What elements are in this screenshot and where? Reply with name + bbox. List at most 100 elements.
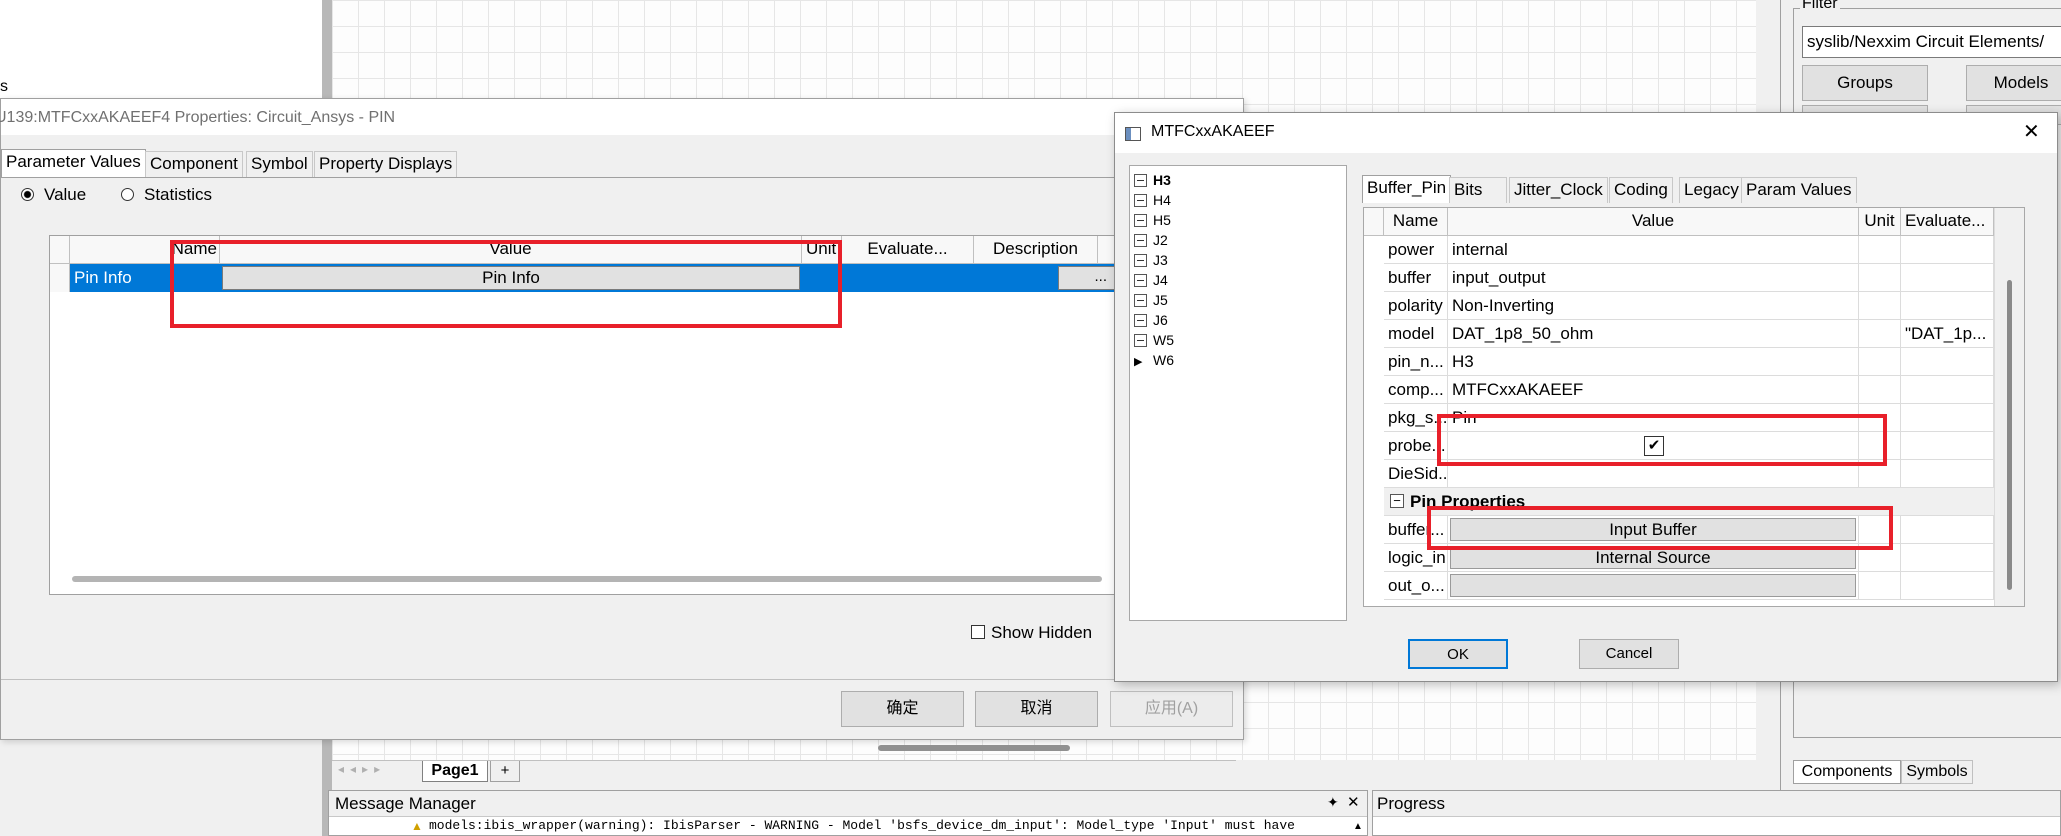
table-row[interactable]: model DAT_1p8_50_ohm "DAT_1p... <box>1384 320 2014 348</box>
radio-statistics[interactable]: Statistics <box>121 185 212 205</box>
page1-tab[interactable]: Page1 <box>422 761 488 782</box>
tab-jitter-clock[interactable]: Jitter_Clock <box>1509 177 1608 203</box>
col-evaluate[interactable]: Evaluate... <box>1901 208 1994 236</box>
tree-label: J6 <box>1153 312 1168 328</box>
out-option-button[interactable] <box>1450 574 1856 597</box>
highlight-pin-info <box>170 240 842 328</box>
ok-button[interactable]: 确定 <box>841 691 964 727</box>
progress-panel: Progress <box>1372 790 2061 836</box>
tree-item[interactable]: J2 <box>1130 230 1168 250</box>
table-row[interactable]: pin_n... H3 <box>1384 348 2014 376</box>
grid-vertical-scrollbar[interactable] <box>1994 208 2024 606</box>
table-row[interactable]: comp... MTFCxxAKAEEF <box>1384 376 2014 404</box>
tree-item[interactable]: ▶ W6 <box>1130 350 1174 370</box>
canvas-scroll-handle[interactable] <box>878 745 1070 751</box>
filter-label: Filter <box>1800 0 1840 13</box>
row-value[interactable]: H3 <box>1448 348 1859 376</box>
cancel-button[interactable]: Cancel <box>1579 639 1679 669</box>
tree-item[interactable]: J4 <box>1130 270 1168 290</box>
tab-coding[interactable]: Coding <box>1609 177 1673 203</box>
tree-item[interactable]: J3 <box>1130 250 1168 270</box>
row-evaluate <box>1901 516 1994 544</box>
grid-corner <box>1364 208 1384 236</box>
callback-button[interactable]: ... <box>1058 266 1118 290</box>
ok-button[interactable]: OK <box>1408 639 1508 669</box>
tree-item[interactable]: J5 <box>1130 290 1168 310</box>
mtf-titlebar[interactable]: MTFCxxAKAEEF ✕ <box>1115 113 2057 153</box>
highlight-probe-checkbox <box>1437 414 1887 466</box>
page-nav-arrows[interactable]: ◂◂▸▸ <box>338 762 386 776</box>
scrollbar-thumb[interactable] <box>2007 280 2012 590</box>
symbols-tab[interactable]: Symbols <box>1901 760 1973 784</box>
properties-dialog-titlebar[interactable]: U139:MTFCxxAKAEEF4 Properties: Circuit_A… <box>0 99 1243 135</box>
show-hidden-checkbox[interactable]: Show Hidden <box>971 623 1092 643</box>
progress-header: Progress <box>1373 791 2060 817</box>
row-value[interactable]: Non-Inverting <box>1448 292 1859 320</box>
row-evaluate <box>1901 376 1994 404</box>
row-unit[interactable] <box>1859 292 1901 320</box>
message-line: models:ibis_wrapper(warning): IbisParser… <box>429 818 1295 833</box>
tab-symbol[interactable]: Symbol <box>246 151 313 177</box>
cancel-button[interactable]: 取消 <box>975 691 1098 727</box>
tab-property-displays[interactable]: Property Displays <box>314 151 458 177</box>
warning-icon: ▲ <box>411 819 423 833</box>
tree-item[interactable]: H5 <box>1130 210 1171 230</box>
tree-item[interactable]: J6 <box>1130 310 1168 330</box>
tab-buffer-pin[interactable]: Buffer_Pin <box>1362 175 1452 203</box>
tab-param-values[interactable]: Param Values <box>1741 177 1857 203</box>
tab-parameter-values[interactable]: Parameter Values <box>1 149 146 177</box>
table-row[interactable]: polarity Non-Inverting <box>1384 292 2014 320</box>
radio-value-label: Value <box>44 185 87 204</box>
table-row[interactable]: buffer input_output <box>1384 264 2014 292</box>
row-value <box>1448 572 1859 600</box>
close-icon[interactable]: ✕ <box>1347 793 1360 811</box>
col-description[interactable]: Description <box>974 236 1098 264</box>
col-value[interactable]: Value <box>1448 208 1859 236</box>
tree-item[interactable]: H3 <box>1130 170 1171 190</box>
row-unit[interactable] <box>1859 572 1901 600</box>
radio-value[interactable]: Value <box>21 185 86 205</box>
filter-input[interactable]: syslib/Nexxim Circuit Elements/ <box>1802 26 2061 58</box>
collapse-icon[interactable]: − <box>1390 494 1404 508</box>
mtf-dialog: MTFCxxAKAEEF ✕ H3 H4 H5 J2 J3 J4 J5 J6 W… <box>1114 112 2058 682</box>
tab-component[interactable]: Component <box>145 151 243 177</box>
groups-button[interactable]: Groups <box>1802 65 1928 101</box>
tab-bits[interactable]: Bits <box>1449 177 1507 203</box>
grid-horizontal-scrollbar[interactable] <box>72 576 1102 582</box>
row-unit[interactable] <box>1859 236 1901 264</box>
col-evaluate[interactable]: Evaluate... <box>842 236 974 264</box>
col-name[interactable]: Name <box>1384 208 1448 236</box>
col-unit[interactable]: Unit <box>1859 208 1901 236</box>
scroll-up-icon[interactable]: ▲ <box>1353 821 1363 832</box>
row-value[interactable]: input_output <box>1448 264 1859 292</box>
table-row[interactable]: power internal <box>1384 236 2014 264</box>
add-page-tab[interactable]: + <box>490 761 520 782</box>
row-unit[interactable] <box>1859 348 1901 376</box>
highlight-input-buffer <box>1427 506 1893 550</box>
row-value[interactable]: internal <box>1448 236 1859 264</box>
row-unit[interactable] <box>1859 320 1901 348</box>
row-evaluate: "DAT_1p... <box>1901 320 1994 348</box>
radio-statistics-label: Statistics <box>144 185 213 204</box>
tree-item[interactable]: W5 <box>1130 330 1174 350</box>
tree-item[interactable]: H4 <box>1130 190 1171 210</box>
expand-icon <box>1134 334 1147 347</box>
properties-dialog: U139:MTFCxxAKAEEF4 Properties: Circuit_A… <box>0 98 1245 740</box>
tab-legacy[interactable]: Legacy <box>1679 177 1744 203</box>
row-value[interactable]: DAT_1p8_50_ohm <box>1448 320 1859 348</box>
tree-label: J5 <box>1153 292 1168 308</box>
close-icon[interactable]: ✕ <box>2023 119 2040 144</box>
row-evaluate <box>1901 292 1994 320</box>
components-tab[interactable]: Components <box>1793 760 1901 784</box>
radio-unselected-icon <box>121 188 134 201</box>
models-button[interactable]: Models <box>1966 65 2061 101</box>
row-unit[interactable] <box>1859 264 1901 292</box>
tree-label: H4 <box>1153 192 1171 208</box>
row-unit[interactable] <box>1859 376 1901 404</box>
grid-corner <box>50 236 70 264</box>
row-value[interactable]: MTFCxxAKAEEF <box>1448 376 1859 404</box>
row-name: power <box>1384 236 1448 264</box>
table-row[interactable]: out_o... <box>1384 572 2014 600</box>
pin-icon[interactable]: ✦ <box>1327 794 1339 811</box>
row-evaluate <box>1901 404 1994 432</box>
